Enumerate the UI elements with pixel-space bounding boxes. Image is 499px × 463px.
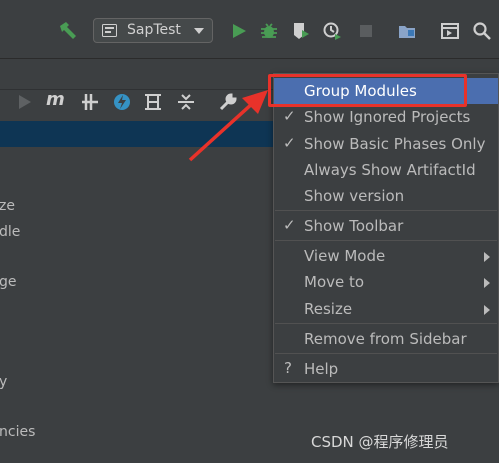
submenu-arrow-icon	[484, 278, 490, 288]
menu-item-label: Show Basic Phases Only	[304, 135, 486, 153]
profile-icon[interactable]	[322, 21, 342, 41]
menu-item-label: Remove from Sidebar	[304, 330, 467, 348]
skip-tests-icon[interactable]	[112, 92, 132, 112]
annotation-highlight-box	[268, 74, 467, 107]
tree-item-fragment[interactable]: y	[0, 374, 7, 390]
tree-item-fragment[interactable]: ze	[0, 198, 15, 214]
execute-maven-goal-icon[interactable]: m	[46, 89, 65, 110]
menu-item-show-ignored-projects[interactable]: ✓ Show Ignored Projects	[274, 104, 498, 130]
maven-config-icon	[102, 24, 117, 37]
show-dependencies-icon[interactable]	[143, 92, 163, 112]
main-toolbar: SapTest	[0, 0, 499, 59]
menu-item-remove-from-sidebar[interactable]: Remove from Sidebar	[274, 326, 498, 352]
menu-item-show-toolbar[interactable]: ✓ Show Toolbar	[274, 213, 498, 239]
menu-item-label: Resize	[304, 300, 353, 318]
tree-item-fragment[interactable]: dle	[0, 224, 20, 240]
check-icon: ✓	[283, 134, 296, 152]
menu-separator	[275, 240, 497, 241]
menu-item-label: Always Show ArtifactId	[304, 161, 476, 179]
menu-item-label: Show Toolbar	[304, 217, 404, 235]
menu-item-view-mode[interactable]: View Mode	[274, 243, 498, 269]
watermark-text: CSDN @程序修理员	[311, 433, 449, 451]
maven-options-menu: Group Modules ✓ Show Ignored Projects ✓ …	[273, 73, 499, 383]
check-icon: ✓	[283, 107, 296, 125]
search-icon[interactable]	[472, 21, 492, 41]
project-structure-icon[interactable]	[397, 21, 417, 41]
menu-item-label: View Mode	[304, 247, 386, 265]
menu-separator	[275, 323, 497, 324]
build-hammer-icon[interactable]	[57, 20, 79, 42]
annotation-arrow-icon	[188, 90, 268, 162]
toggle-offline-mode-icon[interactable]	[80, 92, 100, 112]
run-maven-build-icon[interactable]	[14, 92, 34, 112]
run-configuration-selector[interactable]: SapTest	[93, 18, 213, 43]
help-icon: ?	[284, 359, 292, 377]
tree-item-fragment[interactable]: ncies	[0, 424, 35, 440]
menu-item-label: Move to	[304, 273, 365, 291]
menu-item-label: Help	[304, 360, 339, 378]
menu-item-move-to[interactable]: Move to	[274, 269, 498, 295]
terminal-window-icon[interactable]	[440, 21, 460, 41]
tree-item-fragment[interactable]: ge	[0, 274, 17, 290]
run-configuration-label: SapTest	[127, 22, 181, 38]
menu-separator	[275, 353, 497, 354]
stop-icon[interactable]	[356, 21, 376, 41]
menu-item-resize[interactable]: Resize	[274, 296, 498, 322]
chevron-down-icon	[194, 28, 204, 34]
menu-item-show-version[interactable]: Show version	[274, 183, 498, 209]
menu-item-always-show-artifactid[interactable]: Always Show ArtifactId	[274, 157, 498, 183]
menu-item-label: Show Ignored Projects	[304, 108, 471, 126]
check-icon: ✓	[283, 216, 296, 234]
menu-item-label: Show version	[304, 187, 405, 205]
submenu-arrow-icon	[484, 252, 490, 262]
submenu-arrow-icon	[484, 305, 490, 315]
menu-item-show-basic-phases-only[interactable]: ✓ Show Basic Phases Only	[274, 131, 498, 157]
run-icon[interactable]	[229, 21, 249, 41]
menu-item-help[interactable]: ? Help	[274, 356, 498, 382]
coverage-icon[interactable]	[291, 21, 311, 41]
debug-bug-icon[interactable]	[259, 21, 279, 41]
menu-separator	[275, 210, 497, 211]
